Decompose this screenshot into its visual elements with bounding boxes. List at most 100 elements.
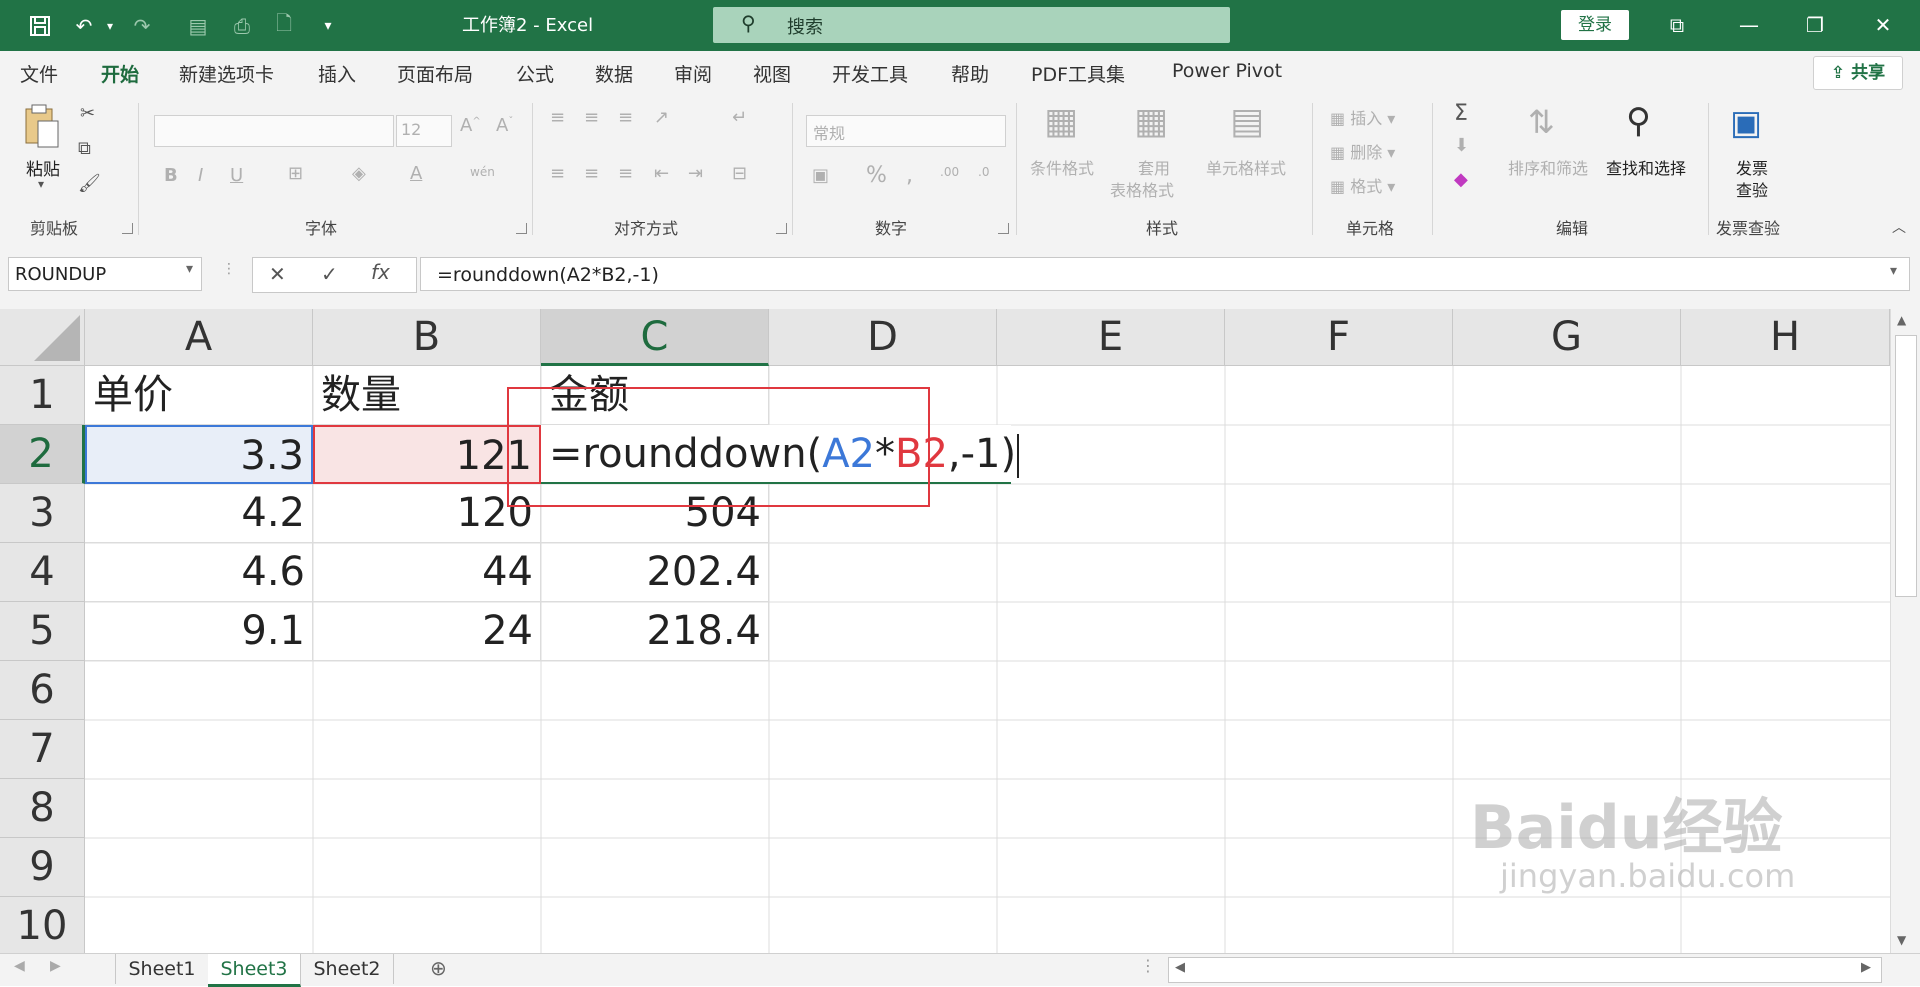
delete-cells-button[interactable]: ▦ 删除 ▾	[1330, 139, 1395, 163]
row-header-5[interactable]: 5	[0, 602, 85, 661]
tab-file[interactable]: 文件	[20, 60, 58, 87]
bold-icon[interactable]: B	[164, 165, 178, 186]
tab-power-pivot[interactable]: Power Pivot	[1172, 60, 1282, 82]
cell-b4[interactable]: 44	[313, 543, 541, 602]
tab-view[interactable]: 视图	[753, 60, 791, 87]
tab-formulas[interactable]: 公式	[516, 60, 554, 87]
cell-c4[interactable]: 202.4	[541, 543, 769, 602]
phonetic-icon[interactable]: wén	[470, 165, 495, 179]
insert-cells-button[interactable]: ▦ 插入 ▾	[1330, 105, 1395, 129]
row-header-1[interactable]: 1	[0, 366, 85, 425]
find-select-icon[interactable]: ⚲	[1626, 101, 1651, 141]
border-icon[interactable]: ⊞	[288, 163, 303, 184]
tab-help[interactable]: 帮助	[951, 60, 989, 87]
column-header-a[interactable]: A	[85, 309, 313, 366]
column-header-h[interactable]: H	[1681, 309, 1890, 366]
accounting-icon[interactable]: ▣	[812, 165, 829, 186]
font-launcher-icon[interactable]	[516, 223, 527, 234]
close-icon[interactable]: ✕	[1868, 10, 1898, 40]
decrease-indent-icon[interactable]: ⇤	[654, 163, 669, 184]
restore-icon[interactable]: ❐	[1800, 10, 1830, 40]
find-select-label[interactable]: 查找和选择	[1606, 155, 1686, 179]
vertical-scrollbar[interactable]: ▲ ▼	[1890, 309, 1920, 953]
align-top-icon[interactable]: ≡	[550, 107, 565, 128]
tab-home[interactable]: 开始	[101, 60, 140, 97]
scroll-up-icon[interactable]: ▲	[1897, 313, 1906, 327]
align-left-icon[interactable]: ≡	[550, 163, 565, 184]
number-format-select[interactable]: 常规	[806, 115, 1006, 147]
login-button[interactable]: 登录	[1561, 10, 1629, 40]
row-header-2[interactable]: 2	[0, 425, 85, 484]
customize-qat-icon[interactable]: ▾	[314, 12, 342, 40]
decrease-decimal-icon[interactable]: .0	[978, 165, 989, 179]
undo-dropdown-icon[interactable]: ▾	[96, 12, 124, 40]
cut-icon[interactable]: ✂	[80, 103, 95, 124]
expand-formula-icon[interactable]: ▾	[1890, 263, 1897, 279]
invoice-line1[interactable]: 发票	[1736, 155, 1768, 179]
format-painter-icon[interactable]: 🖌	[78, 173, 101, 194]
sheet-tab-sheet1[interactable]: Sheet1	[115, 954, 209, 984]
align-bottom-icon[interactable]: ≡	[618, 107, 633, 128]
cell-b5[interactable]: 24	[313, 602, 541, 661]
tab-review[interactable]: 审阅	[674, 60, 712, 87]
row-header-6[interactable]: 6	[0, 661, 85, 720]
form-icon[interactable]: ▤	[184, 12, 212, 40]
undo-icon[interactable]: ↶	[70, 12, 98, 40]
align-center-icon[interactable]: ≡	[584, 163, 599, 184]
row-header-7[interactable]: 7	[0, 720, 85, 779]
cell-a5[interactable]: 9.1	[85, 602, 313, 661]
redo-icon[interactable]: ↷	[128, 12, 156, 40]
increase-font-icon[interactable]: A^	[460, 115, 481, 136]
print-icon[interactable]: ⎙	[228, 12, 256, 40]
orientation-icon[interactable]: ↗	[654, 107, 669, 128]
scroll-thumb[interactable]	[1895, 335, 1917, 597]
prev-sheet-icon[interactable]: ◀	[14, 958, 25, 974]
scroll-left-icon[interactable]: ◀	[1175, 960, 1185, 975]
column-header-b[interactable]: B	[313, 309, 541, 366]
underline-icon[interactable]: U	[230, 165, 243, 186]
cell-styles-label[interactable]: 单元格样式	[1206, 155, 1286, 179]
conditional-format-icon[interactable]: ▦	[1044, 101, 1078, 142]
tab-pdf[interactable]: PDF工具集	[1031, 60, 1125, 87]
select-all-button[interactable]	[0, 309, 85, 366]
clipboard-launcher-icon[interactable]	[122, 223, 133, 234]
font-name-select[interactable]	[154, 115, 394, 147]
insert-function-icon[interactable]: fx	[371, 260, 390, 284]
cell-a1[interactable]: 单价	[85, 366, 313, 425]
file-icon[interactable]: 🗋	[270, 11, 298, 40]
font-color-icon[interactable]: A	[410, 163, 422, 184]
column-header-e[interactable]: E	[997, 309, 1225, 366]
format-as-table-label-2[interactable]: 表格格式	[1110, 177, 1174, 201]
merge-center-icon[interactable]: ⊟	[732, 163, 747, 184]
formula-input[interactable]: =rounddown(A2*B2,-1)	[420, 257, 1910, 291]
format-cells-button[interactable]: ▦ 格式 ▾	[1330, 173, 1395, 197]
clear-icon[interactable]: ◆	[1454, 169, 1468, 190]
percent-icon[interactable]: %	[866, 163, 887, 188]
tab-data[interactable]: 数据	[595, 60, 633, 87]
tab-new[interactable]: 新建选项卡	[179, 60, 274, 87]
scroll-right-icon[interactable]: ▶	[1861, 960, 1871, 975]
row-header-8[interactable]: 8	[0, 779, 85, 838]
row-header-9[interactable]: 9	[0, 838, 85, 897]
sheet-tab-sheet3[interactable]: Sheet3	[208, 954, 301, 987]
fill-color-icon[interactable]: ◈	[352, 163, 366, 184]
copy-icon[interactable]: ⧉	[78, 138, 91, 159]
ribbon-display-icon[interactable]: ⧉	[1662, 10, 1692, 40]
font-size-select[interactable]: 12	[396, 115, 452, 147]
minimize-icon[interactable]: —	[1734, 10, 1764, 40]
cell-a2[interactable]: 3.3	[85, 425, 313, 484]
sort-filter-icon[interactable]: ⇅	[1528, 103, 1555, 141]
alignment-launcher-icon[interactable]	[776, 223, 787, 234]
column-header-f[interactable]: F	[1225, 309, 1453, 366]
tab-developer[interactable]: 开发工具	[832, 60, 908, 87]
enter-icon[interactable]: ✓	[321, 262, 338, 286]
tab-page-layout[interactable]: 页面布局	[397, 60, 473, 87]
increase-indent-icon[interactable]: ⇥	[688, 163, 703, 184]
column-header-c[interactable]: C	[541, 309, 769, 366]
increase-decimal-icon[interactable]: .00	[940, 165, 959, 179]
fill-icon[interactable]: ⬇	[1454, 135, 1469, 156]
column-header-d[interactable]: D	[769, 309, 997, 366]
invoice-line2[interactable]: 查验	[1736, 177, 1768, 201]
format-as-table-label[interactable]: 套用	[1138, 155, 1170, 179]
tab-split-grip-icon[interactable]: ⋮	[1140, 956, 1156, 975]
